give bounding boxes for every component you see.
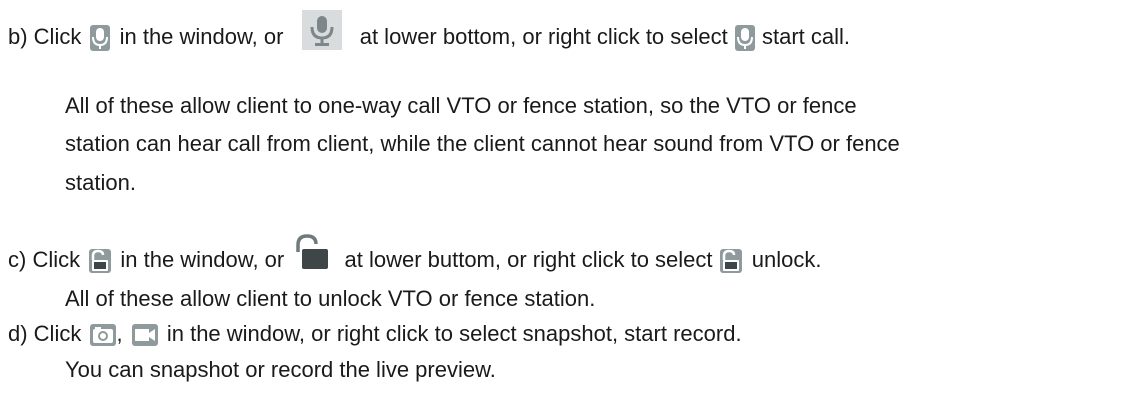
camera-icon — [90, 324, 117, 347]
step-c-text-3: unlock. — [751, 246, 822, 272]
step-d-note: You can snapshot or record the live prev… — [65, 357, 496, 382]
step-d-separator: , — [116, 321, 123, 346]
step-b-text-3: start call. — [762, 23, 851, 49]
step-c-note: All of these allow client to unlock VTO … — [65, 286, 596, 311]
step-b-note-line-3: station. — [65, 170, 136, 195]
step-b-note-line-1: All of these allow client to one-way cal… — [65, 93, 857, 118]
mic-icon — [734, 25, 755, 51]
step-d-line: d) Click , in the window, or right click… — [8, 320, 742, 348]
step-c-prefix: c) Click — [8, 246, 81, 272]
step-c-text-1: in the window, or — [120, 246, 285, 272]
record-icon — [131, 324, 158, 347]
step-c-line: c) Click in the window, or at lower butt… — [8, 232, 822, 281]
step-b-line: b) Click in the window, or at lower bott… — [8, 10, 851, 58]
step-b-text-2: at lower bottom, or right click to selec… — [359, 23, 728, 49]
step-d-text: in the window, or right click to select … — [166, 321, 742, 346]
step-d-prefix: d) Click — [8, 321, 82, 346]
mic-button-icon — [301, 10, 342, 50]
step-b-prefix: b) Click — [8, 23, 82, 49]
unlock-icon — [89, 249, 112, 273]
step-c-text-2: at lower buttom, or right click to selec… — [344, 246, 713, 272]
unlock-icon — [719, 249, 742, 273]
step-b-note-line-2: station can hear call from client, while… — [65, 131, 900, 156]
mic-icon — [90, 25, 111, 51]
step-b-text-1: in the window, or — [119, 23, 284, 49]
unlock-button-icon — [292, 232, 333, 272]
